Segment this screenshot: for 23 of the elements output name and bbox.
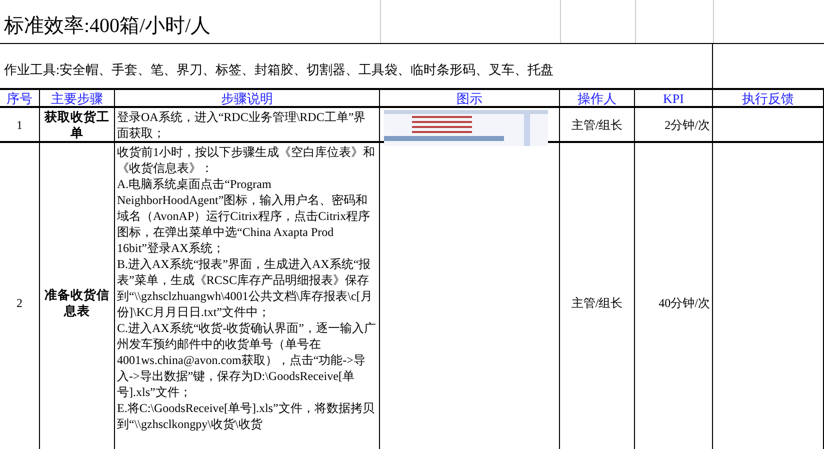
- column-header: 执行反馈: [713, 90, 824, 108]
- kpi-text: 2分钟/次: [664, 116, 710, 132]
- column-header: 主要步骤: [40, 90, 115, 108]
- step-description: C.进入AX系统“收货-收货确认界面”，逐一输入广州发车预约邮件中的收货单号（单号在4001ws.china@avon.com获取），点击“功能->导入->导出数据”键，保存为D:\GoodsReceive[单号].xls”文件；: [117, 320, 377, 400]
- sheet-title: 标准效率:400箱/小时/人: [3, 14, 212, 39]
- operator-text: 主管/组长: [571, 295, 623, 311]
- operator-text: 主管/组长: [571, 116, 623, 132]
- row-number: 2: [16, 295, 22, 311]
- step-description: A.电脑系统桌面点击“Program NeighborHoodAgent”图标，输入用户名、密码和域名（AvonAP）运行Citrix程序，点击Citrix程序图标，在弹出菜单中选“China Axapta Prod 16bit”登录AX系统；: [117, 176, 372, 256]
- column-header: 序号: [0, 90, 40, 108]
- step-description: E.将C:\GoodsReceive[单号].xls”文件，将数据拷贝到“\\gzhsclkongpy\收货\收货: [117, 400, 376, 432]
- step-description: 收货前1小时，按以下步骤生成《空白库位表》和《收货信息表》：: [117, 144, 376, 176]
- row-number: 1: [16, 116, 22, 132]
- step-name: 准备收货信息表: [44, 287, 110, 319]
- column-header: 步骤说明: [115, 90, 380, 108]
- column-header: KPI: [635, 90, 713, 108]
- step-description: B.进入AX系统“报表”界面，生成进入AX系统“报表”菜单，生成《RCSC库存产品明细报表》保存到“\\gzhsclzhuangwh\4001公共文档\库存报表\c[月份]\KC月月日日.txt”文件中；: [117, 256, 374, 320]
- step-description: 登录OA系统，进入“RDC业务管理\RDC工单”界面获取；: [117, 109, 367, 141]
- column-header: 操作人: [560, 90, 635, 108]
- step-name: 获取收货工单: [44, 108, 110, 140]
- column-header: 图示: [380, 90, 560, 108]
- kpi-text: 40分钟/次: [658, 295, 710, 311]
- tools-text: 作业工具:安全帽、手套、笔、界刀、标签、封箱胶、切割器、工具袋、临时条形码、叉车、托盘: [4, 62, 554, 77]
